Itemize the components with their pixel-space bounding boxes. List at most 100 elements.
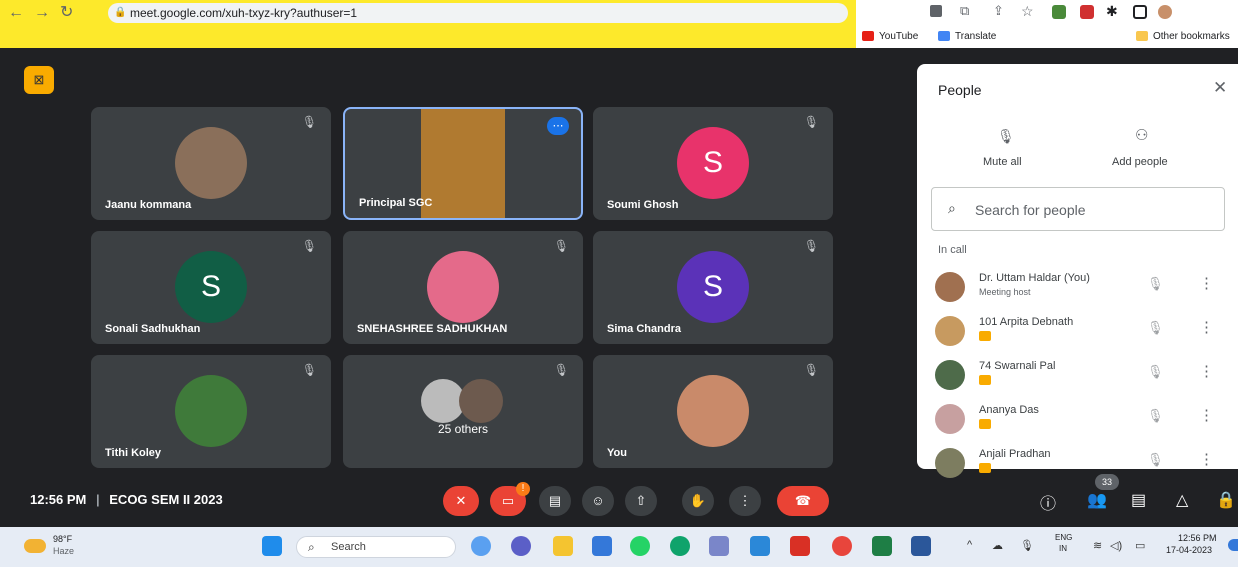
bookmark-label: Translate: [955, 31, 997, 42]
raise-hand-button[interactable]: ✋: [682, 486, 714, 516]
forward-icon[interactable]: →: [34, 3, 50, 23]
meeting-info: 12:56 PM | ECOG SEM II 2023: [30, 492, 223, 507]
puzzle-icon[interactable]: ✱: [1106, 3, 1118, 20]
bookmark-translate[interactable]: Translate: [938, 29, 996, 45]
clock-date[interactable]: 17-04-2023: [1166, 545, 1212, 555]
participant-tile[interactable]: 🎙 Tithi Koley: [91, 355, 331, 468]
participant-row[interactable]: 74 Swarnali Pal 🎙 ⋮: [917, 356, 1238, 402]
present-button[interactable]: ⇧: [625, 486, 657, 516]
host-controls-icon[interactable]: 🔒: [1216, 490, 1236, 510]
participant-tile[interactable]: ⋯ Principal SGC: [343, 107, 583, 220]
sidepanel-icon[interactable]: [1133, 5, 1147, 19]
info-icon[interactable]: ⓘ: [1040, 490, 1056, 514]
cloud-icon[interactable]: ☁: [992, 539, 1003, 552]
more-options-icon[interactable]: ⋯: [547, 117, 569, 135]
file-explorer-icon[interactable]: [553, 536, 573, 556]
battery-icon[interactable]: ▭: [1135, 539, 1145, 552]
muted-mic-icon[interactable]: 🎙: [1147, 452, 1164, 468]
volume-icon[interactable]: ◁): [1110, 539, 1122, 552]
more-options-icon[interactable]: ⋮: [1199, 406, 1214, 424]
badge-icon: [979, 419, 991, 429]
excel-icon[interactable]: [872, 536, 892, 556]
participant-row[interactable]: 101 Arpita Debnath 🎙 ⋮: [917, 312, 1238, 358]
lang-code[interactable]: ENG: [1055, 533, 1072, 542]
participant-tile[interactable]: S 🎙 Soumi Ghosh: [593, 107, 833, 220]
star-icon[interactable]: ☆: [1021, 3, 1034, 20]
app-icon[interactable]: [471, 536, 491, 556]
muted-mic-icon: 🎙: [803, 239, 819, 253]
muted-mic-icon[interactable]: 🎙: [1147, 408, 1164, 424]
more-options-icon[interactable]: ⋮: [1199, 450, 1214, 468]
extension-icon[interactable]: [1052, 5, 1066, 19]
translate-bookmark-icon: [938, 31, 950, 42]
address-bar[interactable]: 🔒 meet.google.com/xuh-txyz-kry?authuser=…: [108, 3, 848, 23]
share-icon[interactable]: ⇪: [993, 3, 1004, 19]
mute-all-icon[interactable]: 🎙: [997, 128, 1015, 145]
participant-row[interactable]: Dr. Uttam Haldar (You) Meeting host 🎙 ⋮: [917, 268, 1238, 314]
search-people-input[interactable]: ⌕ Search for people: [931, 187, 1225, 231]
captions-button[interactable]: ▤: [539, 486, 571, 516]
add-people-label[interactable]: Add people: [1112, 156, 1168, 168]
muted-mic-icon[interactable]: 🎙: [1147, 364, 1164, 380]
lang-region[interactable]: IN: [1059, 544, 1067, 553]
back-icon[interactable]: ←: [8, 3, 24, 23]
participant-tile[interactable]: S 🎙 Sima Chandra: [593, 231, 833, 344]
participant-row[interactable]: Ananya Das 🎙 ⋮: [917, 400, 1238, 446]
cast-icon[interactable]: [930, 5, 942, 17]
app-icon[interactable]: [750, 536, 770, 556]
chevron-up-icon[interactable]: ^: [967, 539, 972, 551]
participant-name: 25 others: [437, 422, 489, 436]
participant-tile[interactable]: 🎙 25 others: [343, 355, 583, 468]
participant-tile[interactable]: 🎙 SNEHASHREE SADHUKHAN: [343, 231, 583, 344]
word-icon[interactable]: [911, 536, 931, 556]
people-icon[interactable]: 👥: [1087, 490, 1107, 510]
activities-icon[interactable]: △: [1176, 490, 1188, 510]
no-video-icon[interactable]: ⊠: [24, 66, 54, 94]
emoji-button[interactable]: ☺: [582, 486, 614, 516]
participant-row[interactable]: Anjali Pradhan 🎙 ⋮: [917, 444, 1238, 490]
participant-name: Sima Chandra: [607, 323, 681, 335]
chrome-icon[interactable]: [832, 536, 852, 556]
start-icon[interactable]: [262, 536, 282, 556]
more-options-icon[interactable]: ⋮: [1199, 318, 1214, 336]
muted-mic-icon[interactable]: 🎙: [1147, 320, 1164, 336]
edge-icon[interactable]: [670, 536, 690, 556]
clock-time[interactable]: 12:56 PM: [1178, 533, 1217, 543]
acrobat-icon[interactable]: [790, 536, 810, 556]
participant-tile[interactable]: S 🎙 Sonali Sadhukhan: [91, 231, 331, 344]
taskbar-search[interactable]: ⌕ Search: [296, 536, 456, 558]
translate-icon[interactable]: ⧉: [960, 3, 969, 19]
leave-call-button[interactable]: ☎: [777, 486, 829, 516]
badge-icon: [979, 331, 991, 341]
more-options-icon[interactable]: ⋮: [1199, 274, 1214, 292]
whatsapp-icon[interactable]: [630, 536, 650, 556]
extension-icon[interactable]: [1080, 5, 1094, 19]
avatar: [427, 251, 499, 323]
bookmark-youtube[interactable]: YouTube: [862, 29, 918, 45]
store-icon[interactable]: [592, 536, 612, 556]
mic-tray-icon[interactable]: 🎙: [1020, 539, 1034, 552]
avatar: [935, 272, 965, 302]
wifi-icon[interactable]: ≋: [1093, 539, 1102, 552]
close-icon[interactable]: ✕: [1213, 78, 1227, 98]
avatar: [935, 448, 965, 478]
muted-mic-icon: 🎙: [301, 363, 317, 377]
separator: |: [96, 492, 100, 507]
more-options-icon[interactable]: ⋮: [1199, 362, 1214, 380]
notification-icon[interactable]: [1228, 539, 1238, 551]
participant-tile[interactable]: 🎙 You: [593, 355, 833, 468]
reload-icon[interactable]: ↻: [60, 3, 73, 23]
add-people-icon[interactable]: ⚇: [1135, 126, 1148, 144]
participant-name: 74 Swarnali Pal: [979, 360, 1056, 372]
chat-icon[interactable]: ▤: [1131, 490, 1146, 510]
participant-tile[interactable]: 🎙 Jaanu kommana: [91, 107, 331, 220]
mute-all-label[interactable]: Mute all: [983, 156, 1022, 168]
bookmark-other[interactable]: Other bookmarks: [1136, 29, 1230, 45]
app-icon[interactable]: [709, 536, 729, 556]
muted-mic-icon[interactable]: 🎙: [1147, 276, 1164, 292]
teams-icon[interactable]: [511, 536, 531, 556]
participant-name: 101 Arpita Debnath: [979, 316, 1074, 328]
more-options-button[interactable]: ⋮: [729, 486, 761, 516]
mic-toggle-button[interactable]: ✕: [443, 486, 479, 516]
profile-avatar[interactable]: [1158, 5, 1172, 19]
